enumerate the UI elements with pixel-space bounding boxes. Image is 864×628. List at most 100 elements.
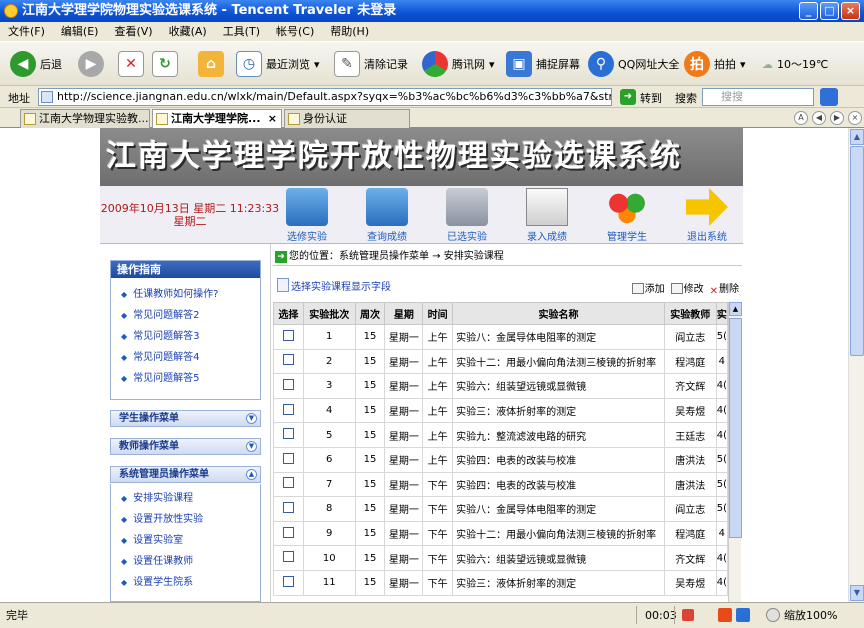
student-menu-header[interactable]: 学生操作菜单 ▼ [110, 410, 261, 427]
nav-manage-students[interactable]: 管理学生 [592, 188, 662, 243]
guide-item[interactable]: 常见问题解答3 [111, 326, 260, 347]
chevron-down-icon[interactable]: ▼ [246, 441, 257, 452]
capture-button[interactable]: ▣ 捕捉屏幕 [506, 48, 580, 80]
edit-button[interactable]: 修改 [670, 280, 704, 297]
tab-physics-teaching[interactable]: 江南大学物理实验教... [20, 109, 150, 128]
scroll-down-icon[interactable]: ▼ [850, 585, 864, 601]
stop-button[interactable]: ✕ [118, 48, 144, 80]
search-icon[interactable] [820, 88, 838, 106]
close-button[interactable]: × [841, 2, 860, 20]
guide-item[interactable]: 任课教师如何操作? [111, 284, 260, 305]
tab-list-icon[interactable]: A [794, 111, 808, 125]
table-row[interactable]: 11 15 星期一 下午 实验三：液体折射率的测定 吴寿煜 4( [273, 569, 728, 596]
row-checkbox[interactable] [282, 378, 294, 390]
menu-file[interactable]: 文件(F) [0, 22, 53, 42]
paipai-button[interactable]: 拍拍拍 ▾ [684, 48, 746, 80]
nav-query-grades[interactable]: 查询成绩 [352, 188, 422, 243]
table-scrollbar[interactable]: ▲ [728, 302, 742, 602]
maximize-button[interactable]: □ [820, 2, 839, 20]
row-checkbox[interactable] [282, 452, 294, 464]
nav-select-experiment[interactable]: 选修实验 [272, 188, 342, 243]
admin-item-department[interactable]: 设置学生院系 [111, 572, 260, 593]
table-row[interactable]: 5 15 星期一 上午 实验九：整流滤波电路的研究 王廷志 4( [273, 422, 728, 448]
tencent-button[interactable]: 腾讯网 ▾ [422, 48, 495, 80]
menu-view[interactable]: 查看(V) [106, 22, 160, 42]
row-checkbox[interactable] [282, 403, 294, 415]
go-button[interactable]: 转到 [640, 90, 662, 106]
row-checkbox[interactable] [282, 575, 294, 587]
chevron-up-icon[interactable]: ▲ [246, 469, 257, 480]
weather-widget[interactable]: ☁ 10～19℃ [762, 48, 828, 80]
minimize-button[interactable]: _ [799, 2, 818, 20]
menu-tools[interactable]: 工具(T) [215, 22, 268, 42]
admin-item-lab[interactable]: 设置实验室 [111, 530, 260, 551]
table-row[interactable]: 4 15 星期一 上午 实验三：液体折射率的测定 吴寿煜 4( [273, 397, 728, 424]
tab-next-icon[interactable]: ▶ [830, 111, 844, 125]
tab-close-icon[interactable]: × [268, 110, 277, 128]
row-checkbox[interactable] [282, 551, 294, 563]
page-scrollbar[interactable]: ▲ ▼ [848, 128, 864, 602]
refresh-button[interactable]: ↻ [152, 48, 178, 80]
help-icon[interactable] [736, 608, 750, 622]
guide-item[interactable]: 常见问题解答5 [111, 368, 260, 389]
clear-history-button[interactable]: ✎ 清除记录 [334, 48, 408, 80]
chevron-down-icon[interactable]: ▼ [246, 413, 257, 424]
admin-item-teacher[interactable]: 设置任课教师 [111, 551, 260, 572]
table-cell: 15 [354, 569, 386, 596]
chevron-down-icon[interactable]: ▾ [489, 58, 495, 71]
back-button[interactable]: ◀ 后退 [10, 48, 62, 80]
add-button[interactable]: 添加 [631, 280, 665, 297]
home-button[interactable]: ⌂ [198, 48, 224, 80]
tab-close-all-icon[interactable]: × [848, 111, 862, 125]
tab-course-system[interactable]: 江南大学理学院... × [152, 109, 282, 129]
table-row[interactable]: 2 15 星期一 上午 实验十二：用最小偏向角法测三棱镜的折射率 程鸿庭 4 [273, 348, 728, 375]
table-row[interactable]: 6 15 星期一 上午 实验四：电表的改装与校准 唐洪法 5( [273, 446, 728, 473]
table-cell: 实验四：电表的改装与校准 [452, 446, 665, 473]
admin-item-open-experiment[interactable]: 设置开放性实验 [111, 509, 260, 530]
menu-help[interactable]: 帮助(H) [322, 22, 377, 42]
sogou-icon[interactable] [718, 608, 732, 622]
guide-item[interactable]: 常见问题解答2 [111, 305, 260, 326]
scroll-thumb[interactable] [850, 146, 864, 356]
security-icon[interactable] [682, 609, 694, 621]
go-arrow-icon[interactable]: ➜ [620, 89, 636, 105]
table-row[interactable]: 10 15 星期一 下午 实验六：组装望远镜或显微镜 齐文辉 4( [273, 545, 728, 571]
chevron-down-icon[interactable]: ▾ [314, 58, 320, 71]
admin-item-arrange-course[interactable]: 安排实验课程 [111, 488, 260, 509]
teacher-menu-header[interactable]: 教师操作菜单 ▼ [110, 438, 261, 455]
guide-item[interactable]: 常见问题解答4 [111, 347, 260, 368]
search-input[interactable]: 搜搜 [702, 88, 814, 106]
row-checkbox[interactable] [282, 428, 294, 440]
menu-edit[interactable]: 编辑(E) [53, 22, 107, 42]
zoom-icon[interactable] [766, 608, 780, 622]
nav-selected-experiments[interactable]: 已选实验 [432, 188, 502, 243]
tab-prev-icon[interactable]: ◀ [812, 111, 826, 125]
row-checkbox[interactable] [282, 526, 294, 538]
qq-nav-button[interactable]: ⚲ QQ网址大全 [588, 48, 679, 80]
nav-exit-system[interactable]: 退出系统 [672, 188, 742, 243]
menu-favorites[interactable]: 收藏(A) [161, 22, 215, 42]
row-checkbox[interactable] [282, 354, 294, 366]
nav-enter-grades[interactable]: 录入成绩 [512, 188, 582, 243]
admin-menu-header[interactable]: 系统管理员操作菜单 ▲ [110, 466, 261, 483]
row-checkbox[interactable] [282, 477, 294, 489]
zoom-level[interactable]: 缩放100% [784, 606, 837, 626]
delete-button[interactable]: ✕删除 [710, 280, 739, 297]
menu-account[interactable]: 帐号(C) [268, 22, 322, 42]
scroll-up-icon[interactable]: ▲ [729, 302, 742, 316]
table-row[interactable]: 3 15 星期一 上午 实验六：组装望远镜或显微镜 齐文辉 4( [273, 373, 728, 399]
select-fields-link[interactable]: 选择实验课程显示字段 [277, 278, 391, 293]
chevron-down-icon[interactable]: ▾ [740, 58, 746, 71]
tab-identity-auth[interactable]: 身份认证 [284, 109, 410, 128]
row-checkbox[interactable] [282, 501, 294, 513]
row-checkbox[interactable] [282, 329, 294, 341]
table-row[interactable]: 8 15 星期一 下午 实验八：金属导体电阻率的测定 阎立志 5( [273, 496, 728, 522]
table-row[interactable]: 1 15 星期一 上午 实验八：金属导体电阻率的测定 阎立志 5( [273, 324, 728, 350]
scroll-up-icon[interactable]: ▲ [850, 129, 864, 145]
table-row[interactable]: 7 15 星期一 下午 实验四：电表的改装与校准 唐洪法 5( [273, 471, 728, 498]
table-row[interactable]: 9 15 星期一 下午 实验十二：用最小偏向角法测三棱镜的折射率 程鸿庭 4 [273, 520, 728, 547]
recent-button[interactable]: ◷ 最近浏览 ▾ [236, 48, 320, 80]
url-input[interactable]: http://science.jiangnan.edu.cn/wlxk/main… [38, 88, 612, 106]
scroll-thumb[interactable] [729, 318, 742, 538]
forward-button[interactable]: ▶ [78, 48, 104, 80]
